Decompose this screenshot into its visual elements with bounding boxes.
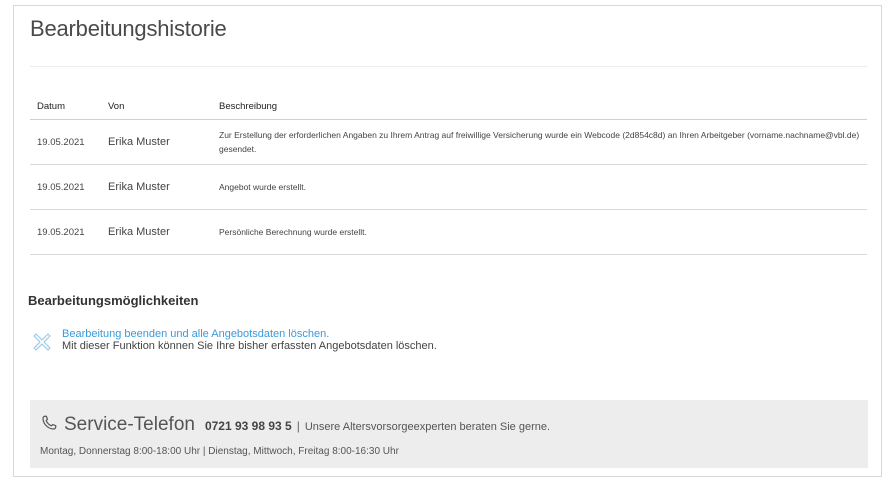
column-header-description: Beschreibung (212, 101, 867, 120)
column-header-date: Datum (30, 101, 101, 120)
delete-offer-action: Bearbeitung beenden und alle Angebotsdat… (30, 328, 437, 354)
delete-offer-description: Mit dieser Funktion können Sie Ihre bish… (62, 340, 437, 352)
table-row: 19.05.2021 Erika Muster Zur Erstellung d… (30, 119, 867, 165)
cell-description: Zur Erstellung der erforderlichen Angabe… (212, 119, 867, 165)
cell-description: Angebot wurde erstellt. (212, 164, 867, 210)
history-table: Datum Von Beschreibung 19.05.2021 Erika … (30, 101, 867, 255)
cell-description: Persönliche Berechnung wurde erstellt. (212, 209, 867, 255)
table-header-row: Datum Von Beschreibung (30, 101, 867, 120)
service-box: Service-Telefon 0721 93 98 93 5 | Unsere… (30, 400, 868, 468)
cell-date: 19.05.2021 (30, 164, 101, 210)
close-x-icon[interactable] (30, 330, 54, 354)
delete-offer-link[interactable]: Bearbeitung beenden und alle Angebotsdat… (62, 328, 437, 340)
title-divider (30, 66, 867, 67)
service-hours: Montag, Donnerstag 8:00-18:00 Uhr | Dien… (40, 446, 399, 457)
cell-von: Erika Muster (101, 164, 212, 210)
history-panel: Bearbeitungshistorie Datum Von Beschreib… (13, 5, 882, 477)
page-title: Bearbeitungshistorie (30, 16, 227, 41)
action-text: Bearbeitung beenden und alle Angebotsdat… (62, 328, 437, 352)
service-line: Service-Telefon 0721 93 98 93 5 | Unsere… (40, 412, 550, 436)
cell-date: 19.05.2021 (30, 209, 101, 255)
cell-von: Erika Muster (101, 209, 212, 255)
phone-icon (42, 415, 57, 430)
service-tagline: Unsere Altersvorsorgeexperten beraten Si… (304, 421, 551, 433)
options-heading: Bearbeitungsmöglichkeiten (28, 293, 199, 308)
service-title: Service-Telefon (64, 414, 195, 435)
separator: | (296, 419, 300, 433)
table-row: 19.05.2021 Erika Muster Angebot wurde er… (30, 164, 867, 210)
table-row: 19.05.2021 Erika Muster Persönliche Bere… (30, 209, 867, 255)
cell-date: 19.05.2021 (30, 119, 101, 165)
column-header-von: Von (101, 101, 212, 120)
service-phone-number[interactable]: 0721 93 98 93 5 (205, 419, 292, 433)
cell-von: Erika Muster (101, 119, 212, 165)
